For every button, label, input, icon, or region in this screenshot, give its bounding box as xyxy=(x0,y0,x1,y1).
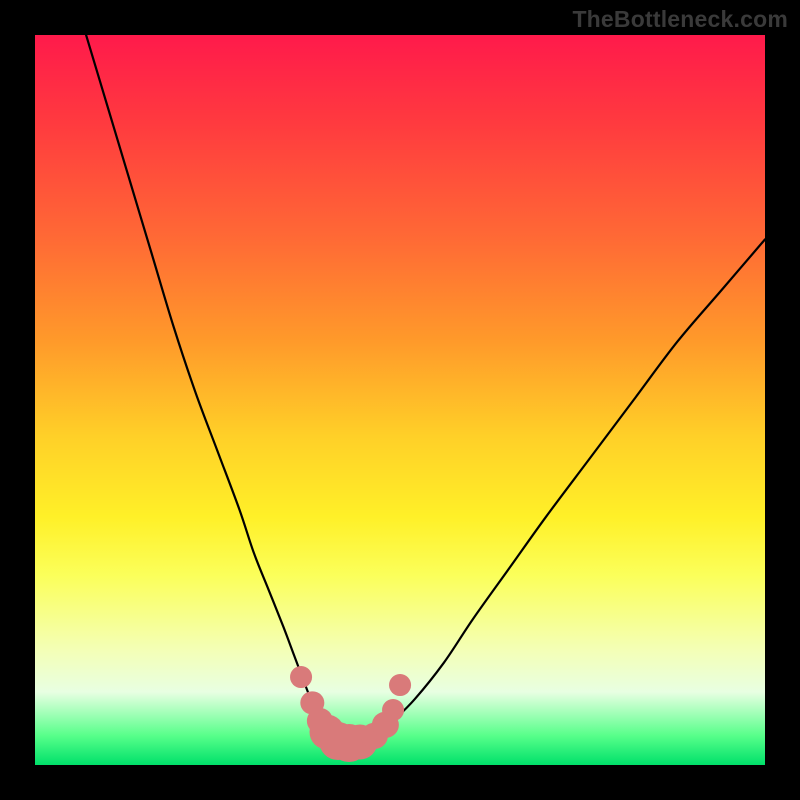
data-marker xyxy=(382,699,404,721)
bottleneck-curve xyxy=(86,35,765,743)
data-marker xyxy=(290,666,312,688)
chart-frame: TheBottleneck.com xyxy=(0,0,800,800)
watermark-text: TheBottleneck.com xyxy=(572,6,788,33)
curve-svg xyxy=(35,35,765,765)
data-marker xyxy=(389,674,411,696)
plot-area xyxy=(35,35,765,765)
